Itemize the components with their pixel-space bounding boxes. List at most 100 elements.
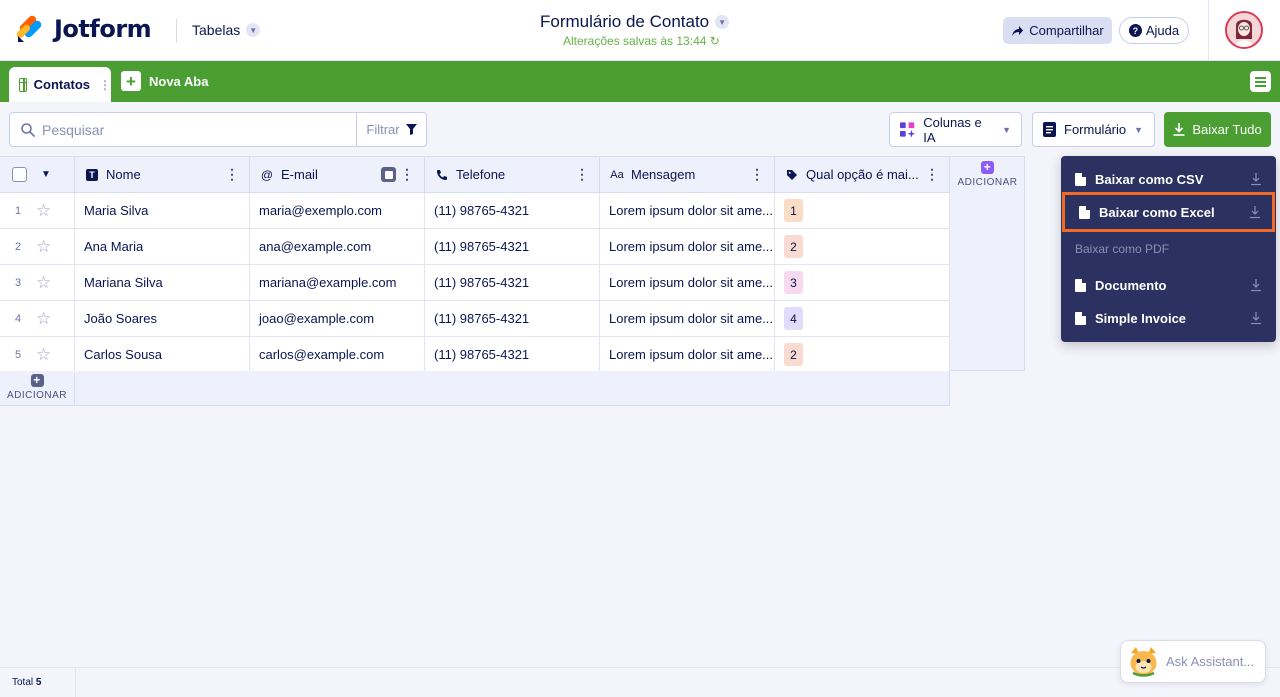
note-icon[interactable] — [381, 167, 396, 182]
menu-icon[interactable] — [1250, 71, 1271, 92]
chevron-down-icon: ▼ — [1002, 124, 1011, 135]
download-icon — [1251, 312, 1261, 325]
column-options-icon[interactable]: ⋮ — [575, 166, 589, 183]
search-input[interactable] — [42, 121, 352, 138]
download-all-button[interactable]: Baixar Tudo — [1164, 112, 1271, 147]
add-row-label: ADICIONAR — [6, 390, 68, 401]
help-button[interactable]: ? Ajuda — [1119, 17, 1189, 44]
form-button[interactable]: Formulário ▼ — [1032, 112, 1155, 147]
new-tab-button[interactable]: + Nova Aba — [121, 71, 208, 91]
option-badge: 1 — [784, 199, 803, 222]
download-menu: Baixar como CSV Baixar como Excel Baixar… — [1061, 156, 1276, 342]
footer-bar: Total 5 — [0, 667, 1280, 697]
help-icon: ? — [1128, 24, 1142, 37]
plus-icon: + — [981, 161, 994, 174]
download-invoice-label: Simple Invoice — [1095, 310, 1187, 326]
table-cell[interactable]: (11) 98765-4321 — [425, 265, 600, 301]
download-csv-item[interactable]: Baixar como CSV — [1061, 164, 1276, 194]
column-options-icon[interactable]: ⋮ — [400, 166, 414, 183]
download-csv-label: Baixar como CSV — [1095, 171, 1204, 187]
tables-label: Tabelas — [192, 22, 241, 38]
tables-dropdown[interactable]: Tabelas ▼ — [192, 22, 261, 38]
star-icon[interactable]: ☆ — [36, 345, 51, 365]
select-all-checkbox[interactable] — [12, 167, 27, 182]
table-cell[interactable]: 3 — [775, 265, 950, 301]
column-header-telefone[interactable]: Telefone ⋮ — [425, 156, 600, 193]
row-header[interactable]: 4 ☆ — [0, 301, 75, 337]
chevron-down-icon: ▼ — [246, 23, 261, 37]
column-header-mensagem[interactable]: Aa Mensagem ⋮ — [600, 156, 775, 193]
top-bar: Jotform Tabelas ▼ Formulário de Contato … — [0, 0, 1280, 61]
star-icon[interactable]: ☆ — [36, 237, 51, 257]
table-cell[interactable]: (11) 98765-4321 — [425, 229, 600, 265]
columns-ai-button[interactable]: Colunas e IA ▼ — [889, 112, 1022, 147]
table-cell[interactable]: (11) 98765-4321 — [425, 193, 600, 229]
table-cell[interactable]: carlos@example.com — [250, 337, 425, 373]
column-header-opcao[interactable]: Qual opção é mai... ⋮ — [775, 156, 950, 193]
download-excel-label: Baixar como Excel — [1099, 204, 1215, 220]
table-cell[interactable]: 4 — [775, 301, 950, 337]
pdf-file-icon — [1075, 311, 1086, 325]
avatar[interactable] — [1225, 11, 1263, 49]
share-button[interactable]: Compartilhar — [1003, 17, 1112, 44]
row-number: 4 — [14, 312, 22, 325]
table-cell[interactable]: João Soares — [75, 301, 250, 337]
star-icon[interactable]: ☆ — [36, 201, 51, 221]
table-cell[interactable]: mariana@example.com — [250, 265, 425, 301]
column-options-icon[interactable]: ⋮ — [925, 166, 939, 183]
assistant-bot-icon — [1130, 647, 1157, 677]
row-number: 1 — [14, 204, 22, 217]
tab-contatos[interactable]: Contatos ⋮ — [9, 67, 111, 102]
column-options-icon[interactable]: ⋮ — [225, 166, 239, 183]
table-cell[interactable]: ana@example.com — [250, 229, 425, 265]
table-cell[interactable]: Mariana Silva — [75, 265, 250, 301]
star-icon[interactable]: ☆ — [36, 309, 51, 329]
table-grid-icon — [19, 77, 27, 92]
row-header[interactable]: 5 ☆ — [0, 337, 75, 373]
ask-assistant-button[interactable]: Ask Assistant... — [1120, 640, 1266, 683]
row-header[interactable]: 3 ☆ — [0, 265, 75, 301]
download-excel-item[interactable]: Baixar como Excel — [1062, 192, 1275, 232]
column-options-icon[interactable]: ⋮ — [750, 166, 764, 183]
table-cell[interactable]: 2 — [775, 229, 950, 265]
jotform-logo-icon — [16, 15, 42, 42]
add-column-button[interactable]: + ADICIONAR — [950, 161, 1025, 189]
star-icon[interactable]: ☆ — [36, 273, 51, 293]
form-label: Formulário — [1064, 122, 1127, 137]
tab-options-icon[interactable]: ⋮ — [99, 78, 111, 92]
table-cell[interactable]: 2 — [775, 337, 950, 373]
download-invoice-item[interactable]: Simple Invoice — [1061, 303, 1276, 333]
table-cell[interactable]: Lorem ipsum dolor sit ame... — [600, 229, 775, 265]
table-cell[interactable]: Lorem ipsum dolor sit ame... — [600, 301, 775, 337]
row-header[interactable]: 2 ☆ — [0, 229, 75, 265]
download-document-item[interactable]: Documento — [1061, 270, 1276, 300]
column-header-email[interactable]: @ E-mail ⋮ — [250, 156, 425, 193]
add-row-button[interactable]: + ADICIONAR — [0, 374, 75, 406]
table-cell[interactable]: Lorem ipsum dolor sit ame... — [600, 193, 775, 229]
table-cell[interactable]: Maria Silva — [75, 193, 250, 229]
table-cell[interactable]: maria@exemplo.com — [250, 193, 425, 229]
table-cell[interactable]: 1 — [775, 193, 950, 229]
row-header[interactable]: 1 ☆ — [0, 193, 75, 229]
chevron-down-icon: ▼ — [1134, 124, 1144, 135]
column-header-nome[interactable]: T Nome ⋮ — [75, 156, 250, 193]
row-number: 5 — [14, 348, 22, 361]
table-cell[interactable]: joao@example.com — [250, 301, 425, 337]
table-cell[interactable]: (11) 98765-4321 — [425, 301, 600, 337]
table-cell[interactable]: Lorem ipsum dolor sit ame... — [600, 337, 775, 373]
tag-icon — [785, 169, 799, 181]
option-badge: 3 — [784, 271, 803, 294]
search-icon — [21, 122, 35, 137]
jotform-logo[interactable]: Jotform — [16, 14, 152, 44]
download-icon — [1251, 279, 1261, 292]
chevron-down-icon[interactable]: ▼ — [41, 169, 51, 180]
pdf-section-label: Baixar como PDF — [1075, 242, 1170, 256]
share-arrow-icon — [1012, 25, 1024, 36]
table-cell[interactable]: Carlos Sousa — [75, 337, 250, 373]
filter-button[interactable]: Filtrar — [356, 113, 426, 146]
aa-icon: Aa — [610, 168, 624, 181]
table-cell[interactable]: Lorem ipsum dolor sit ame... — [600, 265, 775, 301]
table-cell[interactable]: Ana Maria — [75, 229, 250, 265]
form-title[interactable]: Formulário de Contato ▼ — [540, 12, 730, 32]
table-cell[interactable]: (11) 98765-4321 — [425, 337, 600, 373]
